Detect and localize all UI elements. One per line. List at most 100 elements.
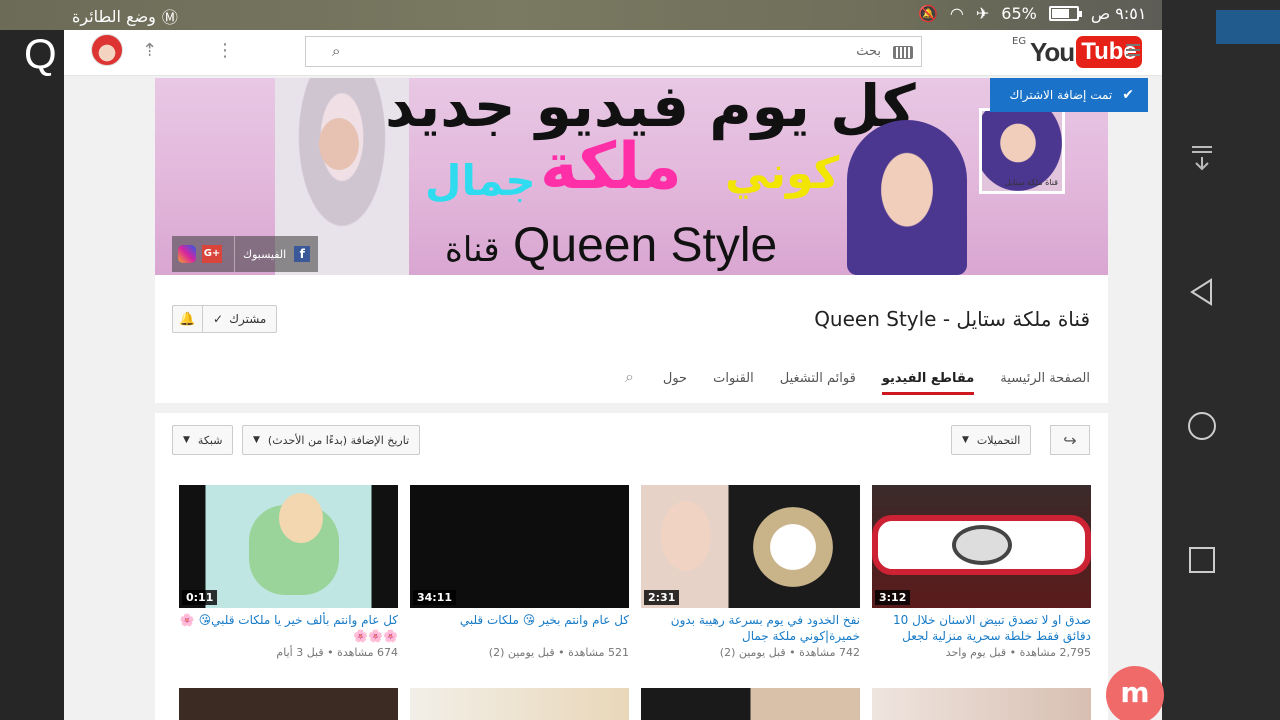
caret-down-icon: ▼ (183, 435, 190, 445)
search-icon[interactable]: ⌕ (332, 42, 340, 60)
check-icon: ✓ (213, 312, 224, 326)
channel-banner: كل يوم فيديو جديد جمال ملكة كوني قناة Qu… (155, 78, 1108, 275)
airplane-mode-label: وضع الطائرة (72, 6, 156, 26)
video-card[interactable]: 2:31 نفخ الخدود في يوم بسرعة رهيبة بدون … (641, 485, 860, 659)
videos-section: شبكة ▼ تاريخ الإضافة (بدءًا من الأحدث) ▼… (155, 413, 1108, 720)
recents-icon[interactable] (1174, 532, 1230, 588)
hamburger-menu-icon[interactable] (1126, 44, 1140, 59)
tab-home[interactable]: الصفحة الرئيسية (1000, 371, 1090, 395)
country-code: EG (1012, 36, 1027, 47)
video-card[interactable]: 0:11 كل عام وانتم بألف خير يا ملكات قلبي… (179, 485, 398, 659)
overlay-letter: Q (24, 30, 57, 77)
banner-queen-style: قناة Queen Style (435, 218, 777, 273)
home-icon[interactable] (1174, 398, 1230, 454)
banner-hijab-photo (847, 120, 967, 275)
video-meta: 742 مشاهدة • قبل يومين (2) (719, 646, 860, 659)
bell-icon[interactable]: 🔔 (173, 306, 203, 332)
search-placeholder: بحث (856, 44, 881, 59)
youtube-logo[interactable]: EG You Tube (1012, 36, 1142, 68)
video-thumbnail[interactable]: 3:12 (872, 485, 1091, 608)
tab-about[interactable]: حول (663, 371, 687, 395)
search-input[interactable]: ⌕ بحث (305, 36, 922, 67)
google-plus-icon[interactable]: G+ (202, 245, 222, 263)
video-meta: 2,795 مشاهدة • قبل يوم واحد (945, 646, 1091, 659)
video-meta: 674 مشاهدة • قبل 3 أيام (276, 646, 398, 659)
facebook-link[interactable]: f الفيسبوك (243, 246, 318, 262)
video-title[interactable]: كل عام وانتم بألف خير يا ملكات قلبي😘 🌸🌸🌸… (179, 612, 398, 644)
subscription-added-toast: تمت إضافة الاشتراك ✔ (990, 78, 1148, 112)
banner-malika: ملكة (540, 130, 682, 204)
status-right: 🔕 ◠ ✈ 65% ٩:٥١ ص (918, 4, 1146, 23)
checkmark-icon: ✔ (1122, 87, 1134, 103)
tab-videos[interactable]: مقاطع الفيديو (881, 371, 975, 395)
video-title[interactable]: كل عام وانتم بخير 😘 ملكات قلبي (410, 612, 629, 644)
channel-search-icon[interactable]: ⌕ (625, 367, 634, 387)
tab-playlists[interactable]: قوائم التشغيل (780, 371, 856, 395)
notification-shade-icon[interactable] (1174, 130, 1230, 186)
share-icon[interactable]: ↪ (1050, 425, 1090, 455)
instagram-icon[interactable] (178, 245, 196, 263)
status-bar: Ⓜ وضع الطائرة 🔕 ◠ ✈ 65% ٩:٥١ ص (0, 0, 1280, 30)
channel-title: قناة ملكة ستايل - Queen Style (814, 307, 1090, 331)
video-views: 521 مشاهدة (568, 646, 629, 659)
uploads-label: التحميلات (976, 433, 1021, 447)
video-age: قبل يومين (2) (488, 646, 555, 659)
video-thumbnail-partial[interactable] (872, 688, 1091, 720)
video-title[interactable]: نفخ الخدود في يوم بسرعة رهيبة بدون خميرة… (641, 612, 860, 644)
mute-icon: 🔕 (918, 4, 938, 23)
channel-avatar-label: قناة ملكة ستايل (1004, 178, 1058, 187)
subscribed-label[interactable]: مشترك ✓ (203, 306, 276, 332)
video-views: 742 مشاهدة (799, 646, 860, 659)
social-links: G+ f الفيسبوك (172, 236, 319, 272)
video-card[interactable]: 3:12 صدق او لا تصدق تبيض الاسنان خلال 10… (872, 485, 1091, 659)
video-thumbnail[interactable]: 2:31 (641, 485, 860, 608)
banner-queen-style-text: Queen Style (513, 219, 778, 272)
video-thumbnail-partial[interactable] (410, 688, 629, 720)
app-notification-icon: Ⓜ (161, 8, 178, 27)
nav-top-block (1216, 10, 1280, 44)
subscribed-button[interactable]: 🔔 مشترك ✓ (172, 305, 278, 333)
facebook-label: الفيسبوك (243, 247, 287, 261)
back-icon[interactable] (1174, 264, 1230, 320)
video-title[interactable]: صدق او لا تصدق تبيض الاسنان خلال 10 دقائ… (872, 612, 1091, 644)
video-duration: 0:11 (182, 590, 218, 605)
channel-avatar-card: قناة ملكة ستايل (979, 108, 1065, 194)
video-thumbnail[interactable]: 0:11 (179, 485, 398, 608)
status-left: Ⓜ وضع الطائرة (72, 4, 178, 28)
video-thumbnail-partial[interactable] (179, 688, 398, 720)
video-duration: 34:11 (413, 590, 457, 605)
toast-label: تمت إضافة الاشتراك (1009, 88, 1113, 102)
android-nav-bar (1162, 0, 1280, 720)
apps-icon[interactable]: ⋮ (216, 40, 234, 61)
avatar[interactable] (91, 34, 123, 66)
clock: ٩:٥١ ص (1090, 4, 1147, 23)
view-label: شبكة (197, 433, 223, 447)
logo-you: You (1030, 36, 1075, 67)
video-thumbnail-partial[interactable] (641, 688, 860, 720)
facebook-icon: f (294, 246, 311, 262)
sort-dropdown[interactable]: تاريخ الإضافة (بدءًا من الأحدث) ▼ (242, 425, 421, 455)
subscribed-text: مشترك (229, 312, 267, 326)
video-views: 2,795 مشاهدة (1019, 646, 1091, 659)
banner-jamal: جمال (425, 156, 536, 205)
uploads-dropdown[interactable]: التحميلات ▼ (951, 425, 1032, 455)
video-age: قبل يوم واحد (945, 646, 1007, 659)
channel-tabs: الصفحة الرئيسية مقاطع الفيديو قوائم التش… (663, 371, 1090, 395)
wifi-icon: ◠ (949, 4, 964, 23)
channel-header: قناة ملكة ستايل - Queen Style 🔔 مشترك ✓ ا… (155, 275, 1108, 403)
upload-icon[interactable]: ⇡ (142, 40, 157, 61)
banner-kuni: كوني (725, 148, 840, 199)
view-dropdown[interactable]: شبكة ▼ (172, 425, 234, 455)
battery-icon (1048, 6, 1082, 21)
keyboard-icon[interactable] (893, 46, 913, 59)
video-duration: 2:31 (644, 590, 680, 605)
video-card[interactable]: 34:11 كل عام وانتم بخير 😘 ملكات قلبي 521… (410, 485, 629, 659)
left-strip (0, 30, 64, 720)
video-age: قبل 3 أيام (276, 646, 324, 659)
airplane-icon: ✈ (975, 4, 990, 23)
video-thumbnail[interactable]: 34:11 (410, 485, 629, 608)
sort-label: تاريخ الإضافة (بدءًا من الأحدث) (267, 433, 410, 447)
video-views: 674 مشاهدة (337, 646, 398, 659)
caret-down-icon: ▼ (962, 435, 969, 445)
tab-channels[interactable]: القنوات (713, 371, 754, 395)
